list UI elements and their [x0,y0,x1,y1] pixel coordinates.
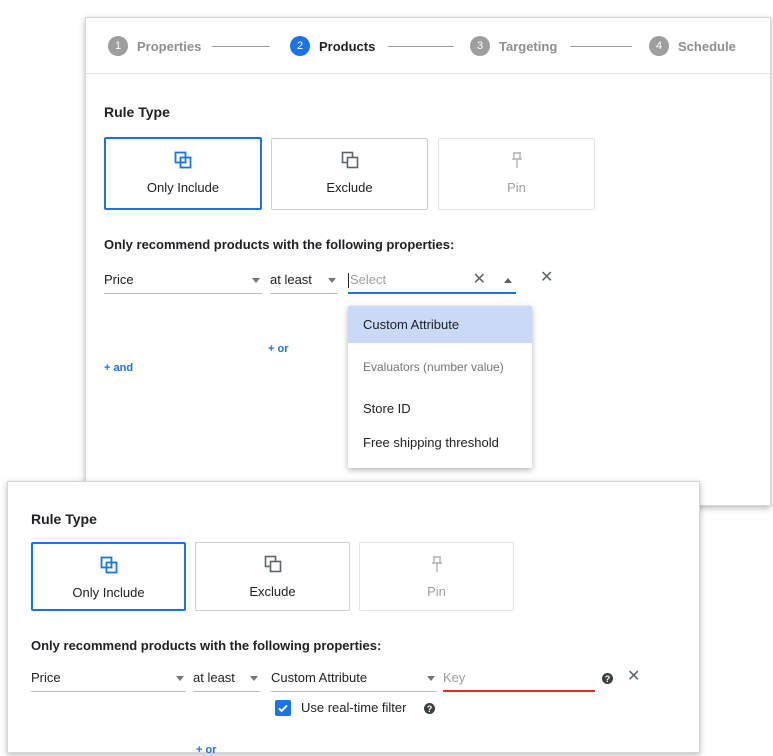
add-or-link[interactable]: + or [268,343,288,355]
value-dropdown-menu: Custom Attribute Evaluators (number valu… [348,306,532,468]
exclude-label: Exclude [326,180,373,195]
chevron-down-icon [176,676,184,681]
only-include-button[interactable]: Only Include [31,542,186,611]
rule-type-heading: Rule Type [104,104,170,120]
exclude-icon [341,149,359,171]
pin-label: Pin [427,584,446,599]
step-connector [212,46,270,47]
step-targeting[interactable]: 3 Targeting [470,36,557,56]
step-connector [388,46,454,47]
step-number: 4 [649,36,669,56]
step-label: Properties [137,38,202,54]
rule-editor-panel-front: Rule Type Only Include Exclude Pin Only … [7,481,700,756]
remove-condition-icon[interactable]: ✕ [540,270,553,286]
step-number: 1 [108,36,128,56]
pin-button[interactable]: Pin [438,138,595,210]
realtime-help-icon[interactable]: ? [424,703,435,714]
add-and-link[interactable]: + and [104,362,133,374]
value-select[interactable]: Select ✕ [348,268,516,294]
operator-value: at least [193,670,235,685]
add-or-link[interactable]: + or [196,744,216,756]
key-input[interactable]: Key [443,666,595,692]
pin-label: Pin [507,180,526,195]
menu-group-label: Evaluators (number value) [363,360,504,374]
operator-value: at least [270,272,312,287]
exclude-button[interactable]: Exclude [271,138,428,210]
only-include-label: Only Include [146,180,220,195]
menu-item-free-shipping[interactable]: Free shipping threshold [348,430,532,456]
only-include-button[interactable]: Only Include [104,137,262,210]
realtime-filter-label: Use real-time filter [301,700,407,715]
menu-item-store-id[interactable]: Store ID [348,396,532,422]
rule-type-heading: Rule Type [31,511,97,527]
realtime-filter-checkbox[interactable] [275,700,291,716]
attribute-value: Price [104,272,134,287]
properties-heading: Only recommend products with the followi… [31,638,382,653]
only-include-label: Only Include [72,585,145,600]
step-products[interactable]: 2 Products [290,36,375,56]
step-properties[interactable]: 1 Properties [108,36,201,56]
chevron-down-icon [328,278,336,283]
key-placeholder: Key [443,670,466,685]
only-include-icon [100,554,118,576]
attribute-select[interactable]: Price [104,268,262,294]
attribute-select[interactable]: Price [31,666,186,692]
value-select[interactable]: Custom Attribute [271,666,437,692]
step-label: Schedule [678,38,736,54]
menu-item-custom-attribute[interactable]: Custom Attribute [348,306,532,343]
chevron-down-icon [252,278,260,283]
step-label: Products [319,38,376,54]
operator-select[interactable]: at least [193,666,260,692]
operator-select[interactable]: at least [270,268,338,294]
properties-heading: Only recommend products with the followi… [104,237,455,252]
exclude-icon [264,553,282,575]
check-icon [278,704,288,713]
stepper: 1 Properties 2 Products 3 Targeting 4 Sc… [86,18,770,74]
chevron-down-icon [250,676,258,681]
step-label: Targeting [499,38,558,54]
exclude-label: Exclude [249,584,296,599]
only-include-icon [174,149,192,171]
pin-icon [430,553,444,575]
help-icon[interactable]: ? [602,673,613,684]
chevron-down-icon [427,676,435,681]
attribute-value: Price [31,670,61,685]
remove-condition-icon[interactable]: ✕ [627,669,640,685]
pin-button[interactable]: Pin [359,542,514,611]
pin-icon [510,149,524,171]
step-connector [570,46,632,47]
step-number: 3 [470,36,490,56]
step-schedule[interactable]: 4 Schedule [649,36,736,56]
value-value: Custom Attribute [271,670,368,685]
clear-icon[interactable]: ✕ [473,269,486,289]
text-cursor [348,273,349,288]
exclude-button[interactable]: Exclude [195,542,350,611]
step-number: 2 [290,36,310,56]
chevron-up-icon[interactable] [504,278,512,283]
value-placeholder: Select [350,272,387,287]
